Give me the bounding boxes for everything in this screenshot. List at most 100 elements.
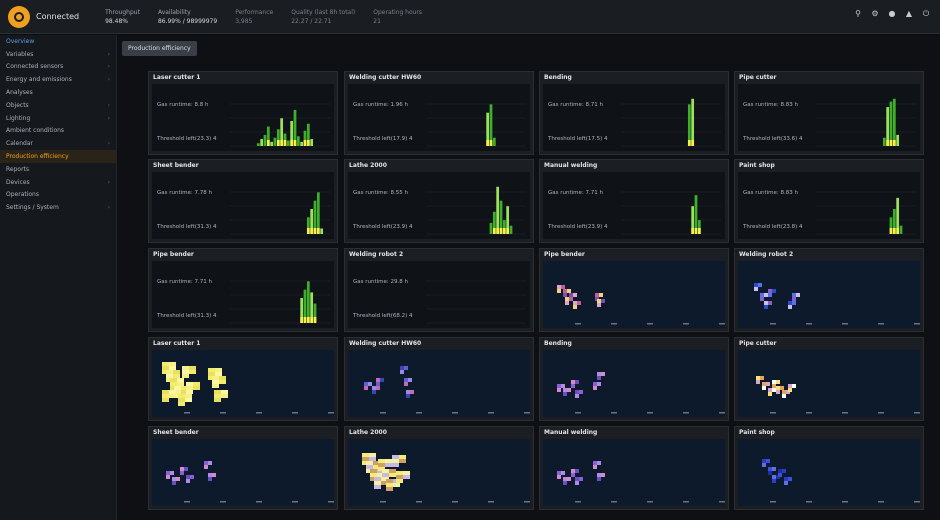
heat-cell — [563, 481, 567, 485]
heat-cell — [557, 285, 561, 289]
axis-tick — [488, 412, 494, 414]
bar-chart — [230, 191, 330, 235]
heat-cell — [601, 372, 605, 376]
chart-panel: Pipe bender — [539, 248, 729, 332]
chart-panel: Manual welding — [539, 426, 729, 510]
heat-cell — [408, 378, 412, 382]
chart-panel: Sheet bender — [148, 426, 338, 510]
chart-panel: Lathe 2000 Gas runtime: 8.55 h Threshold l… — [344, 159, 534, 243]
panel-title: Bending — [544, 74, 572, 81]
bar-base — [892, 228, 896, 234]
sidebar-item[interactable]: Reports — [0, 163, 116, 176]
bar-base — [499, 228, 503, 234]
heat-cell — [561, 285, 565, 289]
heat-cell — [788, 301, 792, 305]
heat-cell — [579, 390, 583, 394]
heat-cell — [386, 483, 393, 487]
sidebar-item[interactable]: Objects › — [0, 99, 116, 112]
bell-icon[interactable]: ▲ — [905, 10, 913, 18]
axis-tick — [914, 412, 920, 414]
heat-cell — [575, 394, 579, 398]
panel-body — [348, 350, 530, 417]
heat-cell — [756, 376, 760, 380]
heat-cell — [754, 287, 758, 291]
bar-base — [889, 228, 893, 234]
heat-cell — [374, 477, 381, 481]
heat-cell — [563, 289, 567, 293]
sidebar-item[interactable]: Ambient conditions — [0, 125, 116, 138]
heat-cell — [780, 386, 784, 390]
logo-icon[interactable] — [8, 5, 30, 28]
heat-cell — [182, 370, 189, 374]
heatmap-chart — [557, 285, 725, 325]
heat-cell — [214, 398, 221, 402]
sidebar-item[interactable]: Devices › — [0, 176, 116, 189]
heat-cell — [392, 463, 399, 467]
panel-title: Manual welding — [544, 162, 598, 169]
panel-title: Lathe 2000 — [349, 429, 387, 436]
chart-panel: Laser cutter 1 — [148, 337, 338, 421]
heat-cell — [760, 293, 764, 297]
heat-cell — [772, 380, 776, 384]
heat-cell — [208, 372, 215, 376]
axis-tick — [416, 412, 422, 414]
bar — [489, 104, 493, 146]
sidebar-item-label: Settings / System — [6, 204, 59, 212]
axis-tick — [452, 501, 458, 503]
heat-cell — [571, 384, 575, 388]
heat-cell — [784, 477, 788, 481]
heatmap-chart — [557, 372, 725, 414]
axis-tick — [524, 501, 530, 503]
bar-base — [300, 317, 304, 323]
heat-cell — [577, 301, 581, 305]
heat-cell — [762, 386, 766, 390]
heat-cell — [563, 388, 567, 392]
panel-title: Bending — [544, 340, 572, 347]
heat-cell — [172, 477, 176, 481]
panel-body: Gas runtime: 7.71 h Threshold left(23.9) … — [543, 172, 725, 239]
sidebar-item[interactable]: Overview — [0, 35, 116, 48]
sidebar-item[interactable]: Calendar › — [0, 137, 116, 150]
tab-production-efficiency[interactable]: Production efficiency — [122, 41, 197, 56]
heat-cell — [166, 370, 173, 374]
power-icon[interactable]: ⏻ — [922, 10, 930, 18]
sidebar-item[interactable]: Lighting › — [0, 112, 116, 125]
search-icon[interactable]: ⚲ — [854, 10, 862, 18]
panel-title: Welding robot 2 — [739, 251, 794, 258]
heat-cell — [189, 366, 196, 370]
sidebar-item-label: Ambient conditions — [6, 127, 65, 135]
heat-cell — [177, 382, 184, 386]
heat-cell — [772, 479, 776, 483]
sidebar-item[interactable]: Production efficiency — [0, 150, 116, 163]
bar-chart — [621, 98, 721, 147]
heat-cell — [178, 398, 185, 402]
heat-cell — [764, 301, 768, 305]
bar-base — [486, 140, 490, 146]
panel-title: Lathe 2000 — [349, 162, 387, 169]
heat-cell — [778, 469, 782, 473]
axis-tick — [220, 412, 226, 414]
heat-cell — [170, 382, 177, 386]
heat-cell — [758, 283, 762, 287]
bar-base — [694, 228, 698, 234]
axis-tick — [524, 412, 530, 414]
heat-cell — [378, 459, 385, 463]
heat-cell — [561, 471, 565, 475]
sidebar-item[interactable]: Variables › — [0, 48, 116, 61]
sidebar-item[interactable]: Settings / System › — [0, 201, 116, 214]
axis-tick — [292, 412, 298, 414]
panel-body — [738, 350, 920, 417]
tab-bar: Production efficiency — [122, 41, 197, 56]
heat-cell — [406, 394, 410, 398]
axis-tick — [220, 501, 226, 503]
heat-cell — [557, 384, 561, 388]
heat-cell — [760, 376, 764, 380]
sidebar-item[interactable]: Connected sensors › — [0, 61, 116, 74]
chart-panel: Manual welding Gas runtime: 7.71 h Thresho… — [539, 159, 729, 243]
sidebar-item[interactable]: Analyses — [0, 86, 116, 99]
gear-icon[interactable]: ⚙ — [871, 10, 879, 18]
user-icon[interactable]: ● — [888, 10, 896, 18]
sidebar-item[interactable]: Operations — [0, 189, 116, 202]
sidebar-item[interactable]: Energy and emissions › — [0, 73, 116, 86]
axis-tick — [647, 412, 653, 414]
